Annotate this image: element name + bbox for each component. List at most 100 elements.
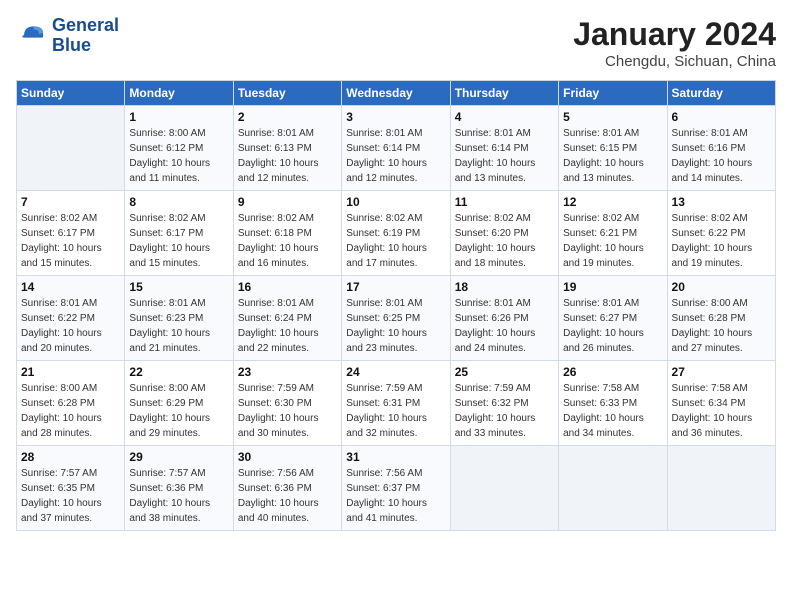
day-number: 17 [346, 280, 445, 294]
calendar-cell: 9 Sunrise: 8:02 AMSunset: 6:18 PMDaylight… [233, 191, 341, 276]
day-number: 26 [563, 365, 662, 379]
day-info: Sunrise: 7:59 AMSunset: 6:31 PMDaylight:… [346, 381, 445, 441]
calendar-cell: 7 Sunrise: 8:02 AMSunset: 6:17 PMDaylight… [17, 191, 125, 276]
day-number: 6 [672, 110, 771, 124]
calendar-cell: 26 Sunrise: 7:58 AMSunset: 6:33 PMDayligh… [559, 361, 667, 446]
day-number: 31 [346, 450, 445, 464]
calendar-cell: 3 Sunrise: 8:01 AMSunset: 6:14 PMDaylight… [342, 106, 450, 191]
day-info: Sunrise: 7:56 AMSunset: 6:37 PMDaylight:… [346, 466, 445, 526]
day-info: Sunrise: 8:01 AMSunset: 6:13 PMDaylight:… [238, 126, 337, 186]
day-info: Sunrise: 8:02 AMSunset: 6:17 PMDaylight:… [129, 211, 228, 271]
day-info: Sunrise: 8:01 AMSunset: 6:23 PMDaylight:… [129, 296, 228, 356]
day-info: Sunrise: 8:02 AMSunset: 6:17 PMDaylight:… [21, 211, 120, 271]
day-info: Sunrise: 8:00 AMSunset: 6:29 PMDaylight:… [129, 381, 228, 441]
day-number: 8 [129, 195, 228, 209]
logo-text: General Blue [52, 16, 119, 56]
calendar-cell: 25 Sunrise: 7:59 AMSunset: 6:32 PMDayligh… [450, 361, 558, 446]
calendar-cell: 28Sunrise: 7:57 AMSunset: 6:35 PMDayligh… [17, 446, 125, 531]
calendar-cell [17, 106, 125, 191]
day-number: 20 [672, 280, 771, 294]
day-number: 19 [563, 280, 662, 294]
logo-icon [16, 20, 48, 52]
day-number: 14 [21, 280, 120, 294]
day-info: Sunrise: 8:01 AMSunset: 6:25 PMDaylight:… [346, 296, 445, 356]
weekday-header: Tuesday [233, 81, 341, 106]
weekday-header: Monday [125, 81, 233, 106]
day-info: Sunrise: 8:00 AMSunset: 6:12 PMDaylight:… [129, 126, 228, 186]
calendar-week-row: 14 Sunrise: 8:01 AMSunset: 6:22 PMDayligh… [17, 276, 776, 361]
page-header: General Blue January 2024 Chengdu, Sichu… [16, 16, 776, 70]
day-number: 21 [21, 365, 120, 379]
calendar-cell: 4 Sunrise: 8:01 AMSunset: 6:14 PMDaylight… [450, 106, 558, 191]
day-info: Sunrise: 8:02 AMSunset: 6:21 PMDaylight:… [563, 211, 662, 271]
calendar-cell: 8 Sunrise: 8:02 AMSunset: 6:17 PMDaylight… [125, 191, 233, 276]
calendar-cell: 21Sunrise: 8:00 AMSunset: 6:28 PMDayligh… [17, 361, 125, 446]
day-number: 29 [129, 450, 228, 464]
weekday-header: Friday [559, 81, 667, 106]
day-number: 23 [238, 365, 337, 379]
day-number: 3 [346, 110, 445, 124]
weekday-header: Saturday [667, 81, 775, 106]
calendar-cell: 24Sunrise: 7:59 AMSunset: 6:31 PMDayligh… [342, 361, 450, 446]
calendar-cell [667, 446, 775, 531]
calendar-cell: 17 Sunrise: 8:01 AMSunset: 6:25 PMDayligh… [342, 276, 450, 361]
calendar-cell: 19 Sunrise: 8:01 AMSunset: 6:27 PMDayligh… [559, 276, 667, 361]
day-info: Sunrise: 8:01 AMSunset: 6:27 PMDaylight:… [563, 296, 662, 356]
calendar-cell: 2 Sunrise: 8:01 AMSunset: 6:13 PMDaylight… [233, 106, 341, 191]
calendar-cell: 31 Sunrise: 7:56 AMSunset: 6:37 PMDayligh… [342, 446, 450, 531]
calendar-week-row: 7 Sunrise: 8:02 AMSunset: 6:17 PMDaylight… [17, 191, 776, 276]
calendar-cell: 13 Sunrise: 8:02 AMSunset: 6:22 PMDayligh… [667, 191, 775, 276]
day-info: Sunrise: 8:01 AMSunset: 6:14 PMDaylight:… [346, 126, 445, 186]
day-number: 13 [672, 195, 771, 209]
day-info: Sunrise: 8:01 AMSunset: 6:16 PMDaylight:… [672, 126, 771, 186]
day-info: Sunrise: 7:56 AMSunset: 6:36 PMDaylight:… [238, 466, 337, 526]
day-info: Sunrise: 8:02 AMSunset: 6:22 PMDaylight:… [672, 211, 771, 271]
title-section: January 2024 Chengdu, Sichuan, China [573, 16, 776, 70]
calendar-cell: 16Sunrise: 8:01 AMSunset: 6:24 PMDayligh… [233, 276, 341, 361]
day-info: Sunrise: 7:58 AMSunset: 6:33 PMDaylight:… [563, 381, 662, 441]
day-number: 27 [672, 365, 771, 379]
day-info: Sunrise: 8:01 AMSunset: 6:14 PMDaylight:… [455, 126, 554, 186]
calendar-header-row: SundayMondayTuesdayWednesdayThursdayFrid… [17, 81, 776, 106]
calendar-cell: 6 Sunrise: 8:01 AMSunset: 6:16 PMDaylight… [667, 106, 775, 191]
day-number: 2 [238, 110, 337, 124]
calendar-cell: 30 Sunrise: 7:56 AMSunset: 6:36 PMDayligh… [233, 446, 341, 531]
weekday-header: Wednesday [342, 81, 450, 106]
day-info: Sunrise: 8:01 AMSunset: 6:26 PMDaylight:… [455, 296, 554, 356]
calendar-cell: 29 Sunrise: 7:57 AMSunset: 6:36 PMDayligh… [125, 446, 233, 531]
day-info: Sunrise: 8:02 AMSunset: 6:19 PMDaylight:… [346, 211, 445, 271]
day-info: Sunrise: 7:59 AMSunset: 6:30 PMDaylight:… [238, 381, 337, 441]
day-number: 10 [346, 195, 445, 209]
day-number: 22 [129, 365, 228, 379]
day-info: Sunrise: 7:59 AMSunset: 6:32 PMDaylight:… [455, 381, 554, 441]
calendar-cell: 18Sunrise: 8:01 AMSunset: 6:26 PMDayligh… [450, 276, 558, 361]
day-info: Sunrise: 8:02 AMSunset: 6:20 PMDaylight:… [455, 211, 554, 271]
day-number: 9 [238, 195, 337, 209]
calendar-cell: 22 Sunrise: 8:00 AMSunset: 6:29 PMDayligh… [125, 361, 233, 446]
calendar-week-row: 21Sunrise: 8:00 AMSunset: 6:28 PMDayligh… [17, 361, 776, 446]
calendar-cell: 23 Sunrise: 7:59 AMSunset: 6:30 PMDayligh… [233, 361, 341, 446]
day-number: 28 [21, 450, 120, 464]
calendar-week-row: 28Sunrise: 7:57 AMSunset: 6:35 PMDayligh… [17, 446, 776, 531]
weekday-header: Sunday [17, 81, 125, 106]
day-number: 5 [563, 110, 662, 124]
calendar-cell [450, 446, 558, 531]
day-number: 16 [238, 280, 337, 294]
day-number: 12 [563, 195, 662, 209]
day-number: 30 [238, 450, 337, 464]
day-number: 4 [455, 110, 554, 124]
day-number: 11 [455, 195, 554, 209]
calendar-cell [559, 446, 667, 531]
day-number: 25 [455, 365, 554, 379]
day-info: Sunrise: 7:58 AMSunset: 6:34 PMDaylight:… [672, 381, 771, 441]
calendar-table: SundayMondayTuesdayWednesdayThursdayFrid… [16, 80, 776, 531]
calendar-cell: 12 Sunrise: 8:02 AMSunset: 6:21 PMDayligh… [559, 191, 667, 276]
day-info: Sunrise: 8:02 AMSunset: 6:18 PMDaylight:… [238, 211, 337, 271]
calendar-cell: 14 Sunrise: 8:01 AMSunset: 6:22 PMDayligh… [17, 276, 125, 361]
calendar-cell: 5Sunrise: 8:01 AMSunset: 6:15 PMDaylight… [559, 106, 667, 191]
day-number: 7 [21, 195, 120, 209]
day-info: Sunrise: 7:57 AMSunset: 6:36 PMDaylight:… [129, 466, 228, 526]
day-info: Sunrise: 8:01 AMSunset: 6:22 PMDaylight:… [21, 296, 120, 356]
logo: General Blue [16, 16, 119, 56]
calendar-cell: 1Sunrise: 8:00 AMSunset: 6:12 PMDaylight… [125, 106, 233, 191]
